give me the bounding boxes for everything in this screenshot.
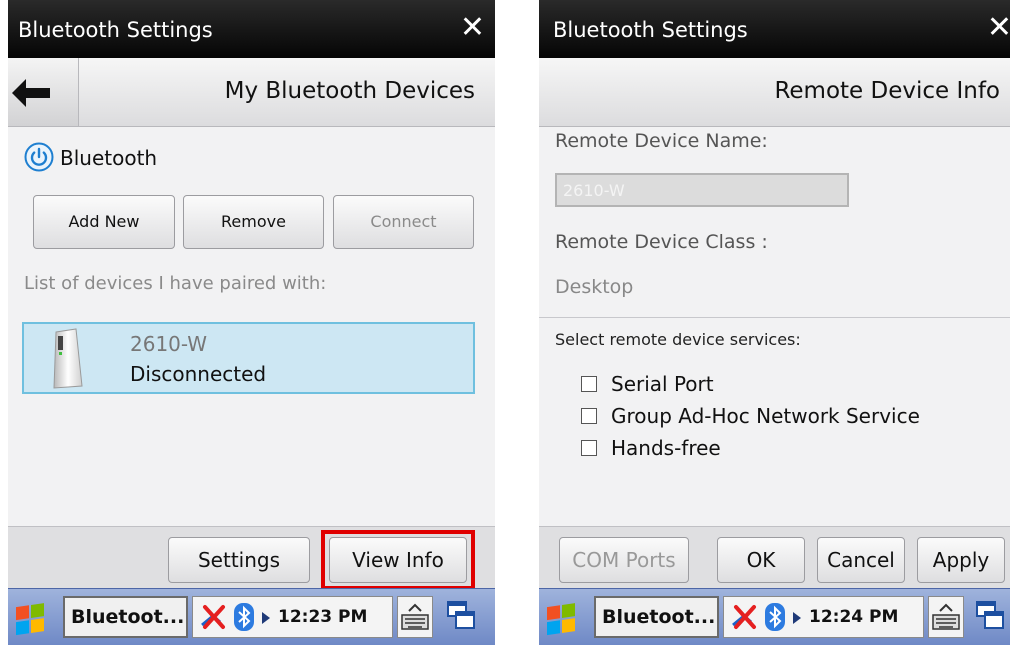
divider bbox=[539, 317, 1010, 318]
remote-name-field[interactable]: 2610-W bbox=[555, 173, 849, 207]
service-serial-port[interactable]: Serial Port bbox=[581, 372, 961, 400]
list-item[interactable]: 2610-W Disconnected bbox=[22, 322, 475, 394]
connect-button[interactable]: Connect bbox=[333, 195, 474, 249]
checkbox[interactable] bbox=[581, 408, 597, 424]
taskbar: Bluetoot... 12:23 PM bbox=[8, 588, 495, 645]
back-button[interactable] bbox=[8, 58, 79, 126]
page-title: My Bluetooth Devices bbox=[224, 78, 475, 104]
taskbar-app-button[interactable]: Bluetoot... bbox=[594, 596, 719, 638]
header-bar: My Bluetooth Devices bbox=[8, 58, 495, 127]
windows-flag-icon bbox=[547, 603, 577, 636]
title-bar: Bluetooth Settings ✕ bbox=[8, 0, 495, 58]
bluetooth-label: Bluetooth bbox=[60, 146, 158, 170]
service-group-ad-hoc[interactable]: Group Ad-Hoc Network Service bbox=[581, 404, 981, 432]
main-panel: Remote Device Info Remote Device Name: 2… bbox=[539, 58, 1010, 589]
service-hands-free[interactable]: Hands-free bbox=[581, 436, 961, 464]
windows-flag-icon bbox=[16, 603, 46, 636]
remote-class-label: Remote Device Class : bbox=[555, 231, 768, 253]
keyboard-icon bbox=[401, 603, 429, 630]
view-info-button[interactable]: View Info bbox=[329, 537, 467, 583]
keyboard-button[interactable] bbox=[397, 596, 433, 638]
main-panel: My Bluetooth Devices Bluetooth Add New R… bbox=[8, 58, 495, 590]
start-button[interactable] bbox=[10, 597, 50, 637]
keyboard-button[interactable] bbox=[928, 596, 964, 638]
services-label: Select remote device services: bbox=[555, 330, 801, 349]
apply-button[interactable]: Apply bbox=[917, 537, 1005, 583]
title-bar: Bluetooth Settings ✕ bbox=[539, 0, 1010, 58]
connection-x-icon[interactable] bbox=[199, 603, 229, 631]
footer-bar: COM Ports OK Cancel Apply bbox=[539, 526, 1010, 589]
taskbar-app-button[interactable]: Bluetoot... bbox=[63, 596, 188, 638]
ok-button[interactable]: OK bbox=[717, 537, 805, 583]
expand-arrow-icon[interactable] bbox=[792, 611, 802, 625]
bluetooth-toggle[interactable]: Bluetooth bbox=[24, 140, 224, 176]
bluetooth-tray-icon[interactable] bbox=[764, 602, 786, 632]
system-tray: 12:24 PM bbox=[723, 596, 924, 638]
connection-x-icon[interactable] bbox=[730, 603, 760, 631]
service-label: Hands-free bbox=[611, 436, 721, 460]
footer-bar: Settings View Info bbox=[8, 526, 495, 590]
service-label: Serial Port bbox=[611, 372, 714, 396]
checkbox[interactable] bbox=[581, 376, 597, 392]
device-status: Disconnected bbox=[130, 362, 267, 386]
windows-switch-icon[interactable] bbox=[975, 598, 1005, 634]
taskbar: Bluetoot... 12:24 PM bbox=[539, 588, 1010, 645]
close-icon[interactable]: ✕ bbox=[987, 10, 1010, 46]
device-name: 2610-W bbox=[130, 332, 208, 356]
device-icon bbox=[53, 328, 83, 389]
checkbox[interactable] bbox=[581, 440, 597, 456]
page-title: Remote Device Info bbox=[774, 78, 1000, 104]
add-new-button[interactable]: Add New bbox=[33, 195, 175, 249]
windows-switch-icon[interactable] bbox=[446, 598, 476, 634]
power-icon bbox=[24, 142, 54, 172]
bluetooth-settings-screen: Bluetooth Settings ✕ My Bluetooth Device… bbox=[8, 0, 495, 645]
expand-arrow-icon[interactable] bbox=[261, 611, 271, 625]
remote-device-info-screen: Bluetooth Settings ✕ Remote Device Info … bbox=[539, 0, 1010, 645]
bluetooth-tray-icon[interactable] bbox=[233, 602, 255, 632]
service-label: Group Ad-Hoc Network Service bbox=[611, 404, 920, 428]
system-tray: 12:23 PM bbox=[192, 596, 393, 638]
paired-list-caption: List of devices I have paired with: bbox=[24, 273, 327, 294]
settings-button[interactable]: Settings bbox=[168, 537, 310, 583]
clock[interactable]: 12:24 PM bbox=[809, 607, 898, 627]
window-title: Bluetooth Settings bbox=[553, 18, 748, 42]
com-ports-button[interactable]: COM Ports bbox=[559, 537, 689, 583]
remove-button[interactable]: Remove bbox=[183, 195, 324, 249]
remote-name-value: 2610-W bbox=[563, 181, 625, 200]
start-button[interactable] bbox=[541, 597, 581, 637]
remote-class-value: Desktop bbox=[555, 276, 634, 298]
keyboard-icon bbox=[932, 603, 960, 630]
close-icon[interactable]: ✕ bbox=[460, 10, 485, 46]
remote-name-label: Remote Device Name: bbox=[555, 130, 768, 152]
back-arrow-icon bbox=[12, 79, 50, 107]
header-bar: Remote Device Info bbox=[539, 58, 1010, 127]
clock[interactable]: 12:23 PM bbox=[278, 607, 367, 627]
cancel-button[interactable]: Cancel bbox=[817, 537, 905, 583]
window-title: Bluetooth Settings bbox=[18, 18, 213, 42]
